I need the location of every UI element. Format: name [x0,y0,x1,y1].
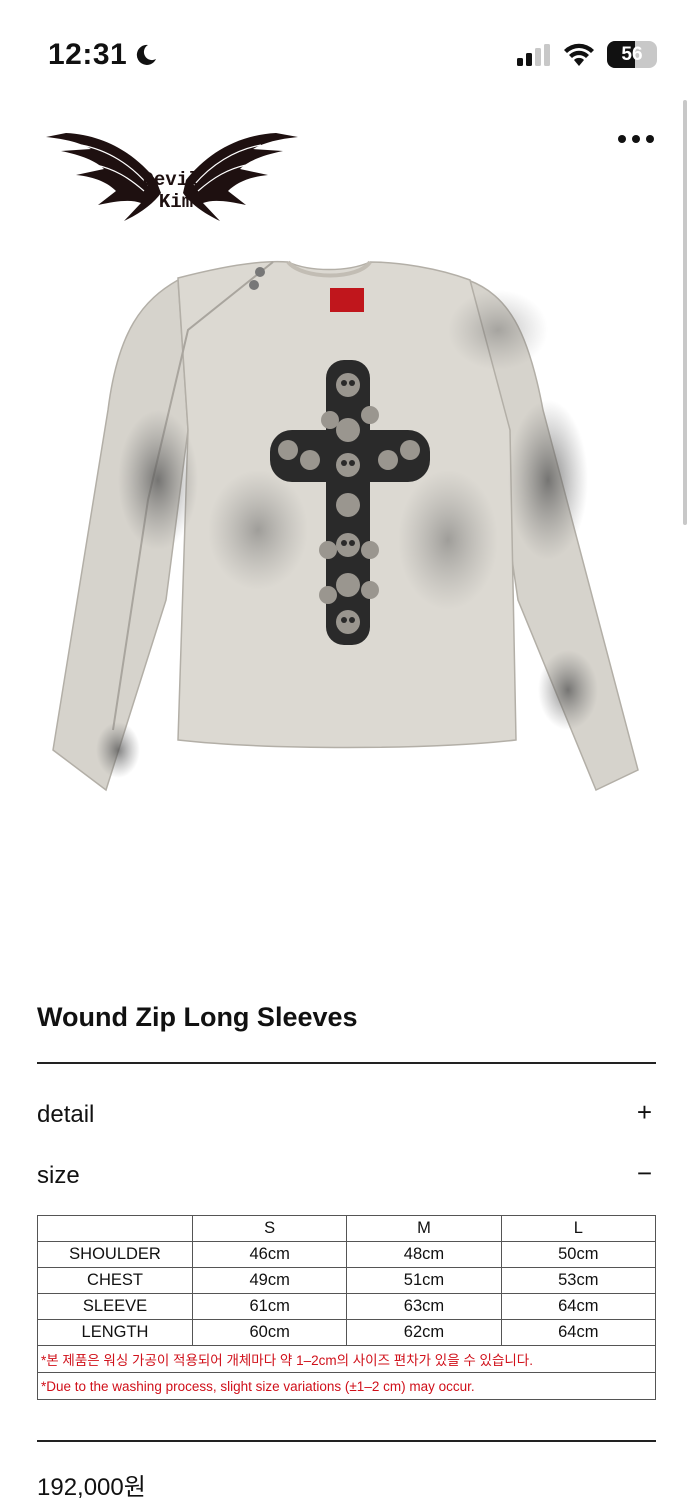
row-label: LENGTH [37,1319,193,1346]
table-cell: 63cm [346,1293,502,1320]
plus-icon[interactable]: + [637,1097,652,1128]
table-header-cell: S [191,1215,348,1242]
wifi-icon [564,43,594,66]
size-note-english: *Due to the washing process, slight size… [37,1372,656,1400]
moon-icon [136,44,156,65]
more-options-button[interactable] [614,126,658,152]
scrollbar[interactable] [683,100,687,525]
table-cell: 48cm [346,1241,502,1268]
divider [37,1062,656,1064]
row-label: CHEST [37,1267,193,1294]
table-cell: 64cm [500,1293,657,1320]
table-row: SHOULDER 46cm 48cm 50cm [37,1241,657,1268]
divider [37,1440,656,1442]
table-cell: 53cm [500,1267,657,1294]
accordion-size[interactable]: size − [37,1158,656,1198]
table-cell: 51cm [346,1267,502,1294]
accordion-detail[interactable]: detail + [37,1097,656,1137]
table-header-cell: M [346,1215,502,1242]
product-price: 192,000원 [37,1474,146,1501]
more-dot [646,135,654,143]
table-header-cell: L [500,1215,657,1242]
note-row: *Due to the washing process, slight size… [37,1372,656,1400]
accordion-size-label: size [37,1162,80,1189]
minus-icon[interactable]: − [637,1158,652,1189]
table-cell: 62cm [346,1319,502,1346]
battery-percent: 56 [621,44,643,65]
status-bar: 12:31 56 [0,0,693,100]
table-row: LENGTH 60cm 62cm 64cm [37,1319,657,1346]
long-sleeve-shirt-skull-cross-image [52,260,639,792]
table-cell: 46cm [191,1241,348,1268]
devil-wings-logo[interactable]: Devil Kim [36,125,306,225]
table-cell: 64cm [500,1319,657,1346]
table-cell: 61cm [191,1293,348,1320]
size-table: S M L SHOULDER 46cm 48cm 50cm CHEST 49cm… [37,1215,657,1400]
accordion-detail-label: detail [37,1101,95,1128]
more-dot [632,135,640,143]
status-time: 12:31 [48,38,128,71]
row-label: SHOULDER [37,1241,193,1268]
cellular-signal-icon [517,44,550,66]
row-label: SLEEVE [37,1293,193,1320]
product-title: Wound Zip Long Sleeves [37,1002,358,1032]
size-table-header: S M L [37,1215,657,1242]
table-row: SLEEVE 61cm 63cm 64cm [37,1293,657,1320]
table-header-cell [37,1215,193,1242]
table-cell: 50cm [500,1241,657,1268]
size-note-korean: *본 제품은 워싱 가공이 적용되어 개체마다 약 1–2cm의 사이즈 편차가… [37,1345,656,1373]
logo-text-kim: Kim [159,191,193,213]
table-row: CHEST 49cm 51cm 53cm [37,1267,657,1294]
table-cell: 60cm [191,1319,348,1346]
more-horizontal-icon [618,135,626,143]
battery-icon: 56 [607,41,657,68]
table-cell: 49cm [191,1267,348,1294]
logo-text-devil: Devil [142,169,199,191]
note-row: *본 제품은 워싱 가공이 적용되어 개체마다 약 1–2cm의 사이즈 편차가… [37,1345,656,1373]
